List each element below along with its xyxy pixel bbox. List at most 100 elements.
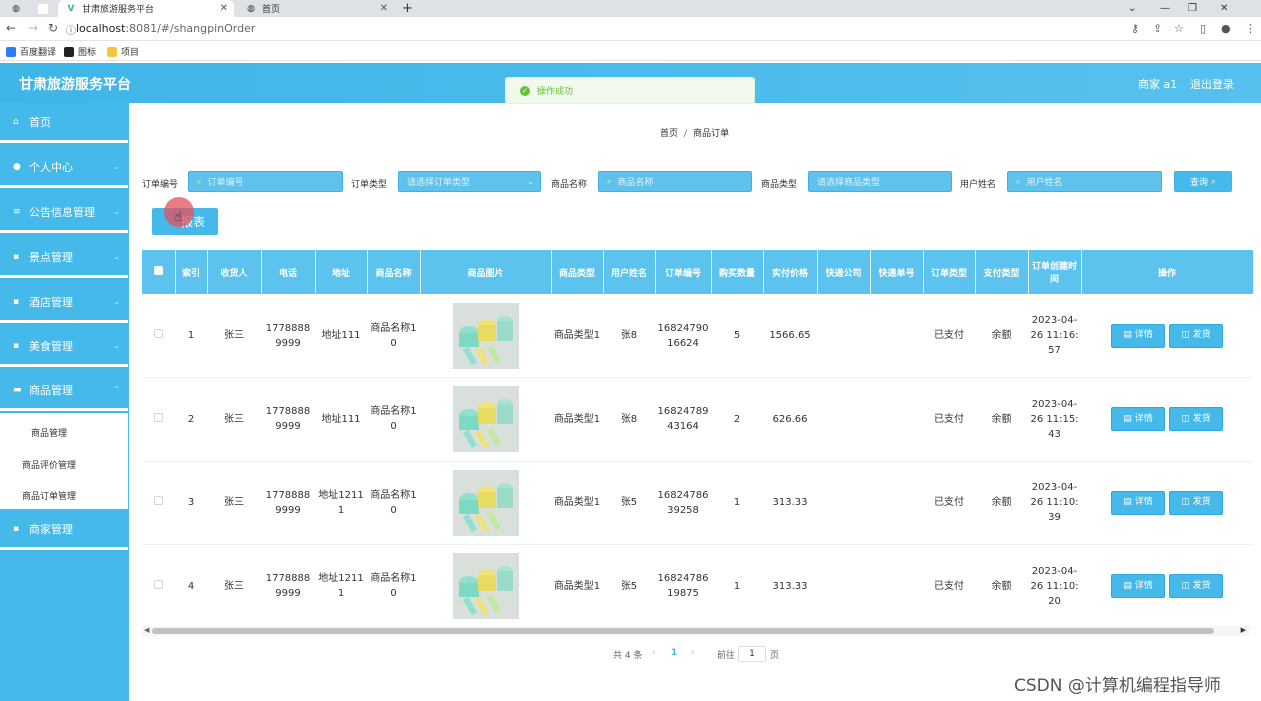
scroll-right-arrow-icon[interactable]: ▶ [1241, 626, 1246, 634]
row-checkbox[interactable] [154, 496, 163, 506]
bookmark-label: 项目 [121, 48, 140, 58]
minimize-icon[interactable]: — [1160, 0, 1170, 17]
ship-button-label: 发货 [1192, 413, 1211, 424]
row-select-cell[interactable] [142, 294, 175, 378]
row-checkbox[interactable] [154, 579, 163, 589]
row-checkbox[interactable] [154, 412, 163, 422]
next-page-icon[interactable]: › [691, 648, 695, 658]
menu-dots-icon[interactable]: ⋮ [1245, 22, 1256, 35]
restore-icon[interactable]: ❐ [1188, 0, 1197, 17]
forward-arrow-icon[interactable]: → [28, 21, 38, 35]
toast-text: 操作成功 [537, 87, 574, 97]
image-icon [64, 46, 74, 57]
sidebar-item-scenic[interactable]: ▪ 景点管理 ⌄ [0, 238, 128, 278]
tab-back-icon[interactable]: ◍ [4, 0, 26, 17]
detail-button[interactable]: ▤ 详情 [1111, 407, 1165, 432]
cell-phone: 17788889999 [261, 377, 315, 462]
detail-button[interactable]: ▤ 详情 [1111, 490, 1165, 515]
pagination-current-page[interactable]: 1 [671, 648, 677, 658]
sidebar-item-products[interactable]: ▬ 商品管理 ⌃ [0, 371, 128, 411]
chevron-down-icon: ⌄ [113, 252, 120, 261]
bookmark-projects[interactable]: 项目 [107, 45, 139, 58]
order-no-placeholder: 订单编号 [207, 178, 244, 188]
url-field[interactable]: localhost:8081/#/shangpinOrder [76, 22, 255, 35]
sidebar-item-merchants[interactable]: ▪ 商家管理 [0, 510, 128, 550]
tab-search-icon[interactable]: ⌄ [1128, 0, 1136, 17]
cell-order-type: 已支付 [923, 377, 975, 462]
sidebar-panel-icon[interactable]: ▯ [1200, 22, 1206, 35]
logout-link[interactable]: 退出登录 [1190, 76, 1234, 92]
ship-button[interactable]: ◫ 发货 [1169, 323, 1223, 348]
sidebar-item-profile[interactable]: ● 个人中心 ⌄ [0, 148, 128, 188]
star-icon[interactable]: ☆ [1174, 22, 1184, 35]
check-circle-icon: ✓ [520, 85, 530, 96]
sidebar-item-hotel[interactable]: ▪ 酒店管理 ⌄ [0, 283, 128, 323]
column-header: 商品图片 [420, 250, 552, 294]
sidebar-item-food[interactable]: ▪ 美食管理 ⌄ [0, 327, 128, 367]
detail-button[interactable]: ▤ 详情 [1111, 323, 1165, 348]
back-arrow-icon[interactable]: ← [6, 21, 16, 35]
column-header: 订单编号 [655, 250, 712, 294]
order-no-label: 订单编号 [142, 180, 179, 190]
share-icon[interactable]: ⇪ [1153, 22, 1162, 35]
select-all-cell[interactable] [142, 250, 176, 294]
horizontal-scrollbar[interactable]: ◀ ▶ [142, 626, 1249, 636]
profile-icon[interactable]: ● [1221, 22, 1231, 35]
new-tab-button[interactable]: + [402, 0, 413, 17]
site-info-icon[interactable]: ⓘ [66, 22, 76, 37]
app-title: 甘肃旅游服务平台 [19, 77, 131, 93]
cell-created: 2023-04-26 11:16:57 [1028, 294, 1081, 378]
submenu-item-orders[interactable]: 商品订单管理 [22, 489, 76, 502]
user-name-input[interactable]: ⌕ 用户姓名 [1007, 171, 1162, 192]
pagination-goto-input[interactable]: 1 [738, 646, 766, 662]
column-header: 地址 [315, 250, 368, 294]
product-type-select[interactable]: 请选择商品类型 [808, 171, 952, 192]
reload-icon[interactable]: ↻ [48, 21, 58, 35]
bookmark-icons[interactable]: 图标 [64, 45, 96, 58]
product-image-cell [420, 461, 551, 545]
search-icon: ⌕ [1210, 176, 1216, 187]
row-checkbox[interactable] [154, 329, 163, 338]
scroll-left-arrow-icon[interactable]: ◀ [144, 626, 149, 634]
ship-button[interactable]: ◫ 发货 [1169, 407, 1223, 432]
user-icon: ● [13, 161, 21, 172]
prev-page-icon[interactable]: ‹ [652, 648, 656, 658]
cell-receiver: 张三 [207, 461, 261, 545]
search-button[interactable]: 查询 ⌕ [1174, 171, 1232, 192]
product-type-placeholder: 请选择商品类型 [817, 178, 881, 188]
ship-button[interactable]: ◫ 发货 [1169, 574, 1223, 599]
tab-blank[interactable] [30, 0, 54, 17]
column-header: 商品名称 [367, 250, 421, 294]
sidebar-item-home[interactable]: ⌂ 首页 [0, 103, 128, 143]
row-select-cell[interactable] [142, 377, 175, 462]
detail-button[interactable]: ▤ 详情 [1111, 574, 1165, 599]
url-host: localhost [76, 22, 126, 35]
doc-icon: ▤ [1123, 413, 1132, 424]
row-select-cell[interactable] [142, 544, 175, 629]
select-all-checkbox[interactable] [153, 266, 163, 275]
scrollbar-thumb[interactable] [152, 628, 1214, 634]
sidebar-item-notice[interactable]: ≡ 公告信息管理 ⌄ [0, 193, 128, 233]
table-row: 2 张三 17788889999 地址111 商品名称10 商品类型1 张8 16824789… [142, 377, 1253, 462]
key-icon[interactable]: ⚷ [1131, 22, 1139, 35]
tab-close-icon[interactable]: ✕ [380, 3, 388, 14]
close-window-icon[interactable]: ✕ [1220, 0, 1228, 17]
submenu-item-reviews[interactable]: 商品评价管理 [22, 458, 76, 471]
tab-close-icon[interactable]: ✕ [220, 3, 228, 14]
bookmark-translate[interactable]: 百度翻译 [6, 45, 56, 58]
grid-icon: ▪ [13, 296, 20, 307]
submenu-item-products[interactable]: 商品管理 [31, 426, 67, 439]
product-image-cell [420, 377, 551, 462]
tab-platform[interactable]: V 甘肃旅游服务平台 ✕ [58, 0, 234, 17]
order-type-select[interactable]: 请选择订单类型 ⌄ [398, 171, 541, 192]
row-select-cell[interactable] [142, 461, 175, 545]
product-name-input[interactable]: ⌕ 商品名称 [598, 171, 752, 192]
chevron-down-icon: ⌄ [113, 341, 120, 350]
order-no-input[interactable]: ⌕ 订单编号 [188, 171, 343, 192]
cups-image [452, 469, 519, 536]
pagination-goto-label: 前往 [717, 651, 736, 661]
ship-button[interactable]: ◫ 发货 [1169, 490, 1223, 515]
search-icon: ⌕ [197, 176, 202, 186]
tab-home[interactable]: ◍ 首页 ✕ [238, 0, 394, 17]
breadcrumb-home[interactable]: 首页 [660, 129, 678, 139]
